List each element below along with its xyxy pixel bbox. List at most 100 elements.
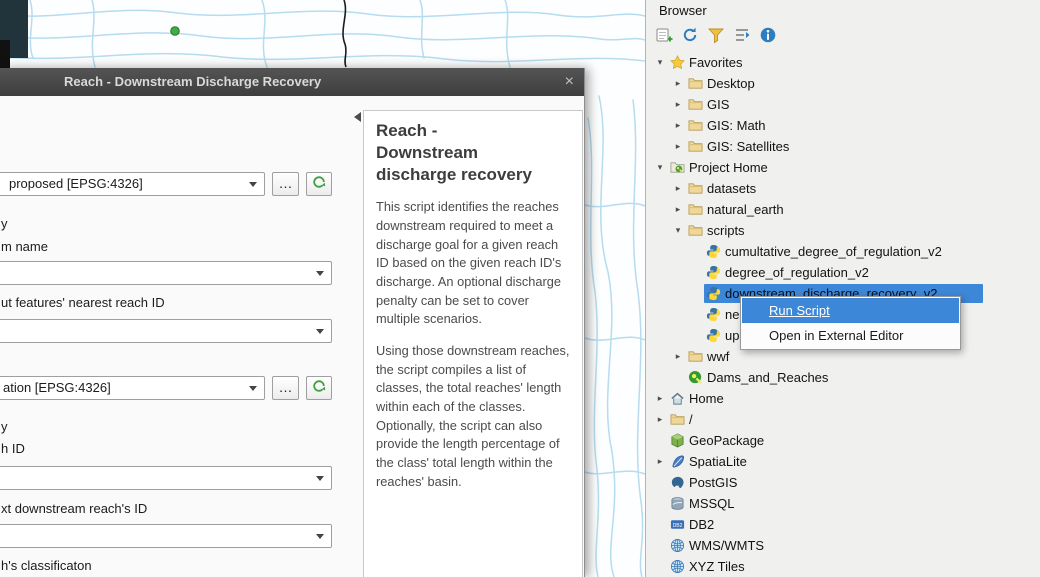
nearest-reach-combobox[interactable] bbox=[0, 319, 332, 343]
folder-icon bbox=[687, 76, 703, 92]
tree-item-geopackage[interactable]: GeoPackage bbox=[646, 430, 1040, 451]
python-icon bbox=[705, 265, 721, 281]
reach-layer-combobox[interactable]: proposed [EPSG:4326] bbox=[0, 172, 265, 196]
tree-item-degree-of-regulation-v2[interactable]: degree_of_regulation_v2 bbox=[646, 262, 1040, 283]
form-label-reach-id: h ID bbox=[1, 441, 25, 456]
expand-arrow-icon[interactable]: ▸ bbox=[670, 78, 686, 89]
python-icon bbox=[705, 307, 721, 323]
tree-item-favorites[interactable]: ▾ Favorites bbox=[646, 52, 1040, 73]
next-downstream-combobox[interactable] bbox=[0, 524, 332, 548]
help-panel: Reach -Downstream discharge recovery Thi… bbox=[363, 110, 583, 577]
tree-item-dams-and-reaches[interactable]: Dams_and_Reaches bbox=[646, 367, 1040, 388]
tree-item-postgis[interactable]: PostGIS bbox=[646, 472, 1040, 493]
tree-item-label: GeoPackage bbox=[689, 433, 768, 448]
expand-arrow-icon[interactable]: ▸ bbox=[652, 456, 668, 467]
tree-item-spatialite[interactable]: ▸SpatiaLite bbox=[646, 451, 1040, 472]
spatialite-icon bbox=[669, 454, 685, 470]
home-icon bbox=[669, 391, 685, 407]
folder-icon bbox=[687, 181, 703, 197]
tree-item-item[interactable]: ▸/ bbox=[646, 409, 1040, 430]
tree-item-wms-wmts[interactable]: WMS/WMTS bbox=[646, 535, 1040, 556]
tree-item-label: GIS bbox=[707, 97, 733, 112]
filter-icon[interactable] bbox=[706, 25, 725, 44]
tree-item-gis[interactable]: ▸ GIS bbox=[646, 94, 1040, 115]
dialog-titlebar[interactable]: Reach - Downstream Discharge Recovery × bbox=[0, 68, 584, 96]
dialog-title: Reach - Downstream Discharge Recovery bbox=[64, 68, 321, 96]
mssql-icon bbox=[669, 496, 685, 512]
refresh-icon[interactable] bbox=[680, 25, 699, 44]
tree-item-gis-satellites[interactable]: ▸GIS: Satellites bbox=[646, 136, 1040, 157]
expand-arrow-icon[interactable]: ▸ bbox=[670, 99, 686, 110]
geopackage-icon bbox=[669, 433, 685, 449]
context-menu-item-open-in-external-editor[interactable]: Open in External Editor bbox=[742, 323, 959, 348]
tree-item-xyz-tiles[interactable]: XYZ Tiles bbox=[646, 556, 1040, 577]
expand-arrow-icon[interactable]: ▸ bbox=[670, 141, 686, 152]
python-icon bbox=[705, 244, 721, 260]
close-icon[interactable]: × bbox=[565, 68, 574, 95]
properties-icon[interactable] bbox=[758, 25, 777, 44]
tree-item-db2[interactable]: DB2DB2 bbox=[646, 514, 1040, 535]
tree-item-mssql[interactable]: MSSQL bbox=[646, 493, 1040, 514]
tree-item-label: GIS: Math bbox=[707, 118, 770, 133]
python-icon bbox=[705, 328, 721, 344]
tree-item-label: Dams_and_Reaches bbox=[707, 370, 832, 385]
tree-item-label: / bbox=[689, 412, 697, 427]
form-label-nearest-reach: ut features' nearest reach ID bbox=[1, 295, 165, 310]
tree-item-label: natural_earth bbox=[707, 202, 788, 217]
iterate-icon bbox=[311, 174, 327, 195]
python-icon bbox=[705, 286, 721, 302]
iterate-button[interactable] bbox=[306, 376, 332, 400]
browser-panel-title: Browser bbox=[659, 3, 707, 18]
browse-button[interactable]: … bbox=[272, 172, 299, 196]
reach-id-combobox[interactable] bbox=[0, 466, 332, 490]
context-menu: Run ScriptOpen in External Editor bbox=[740, 296, 961, 350]
browser-panel: Browser ▾Favorites▸Desktop▸GIS▸GIS: Math… bbox=[645, 0, 1040, 577]
tree-item-label: cumultative_degree_of_regulation_v2 bbox=[725, 244, 946, 259]
tree-item-home[interactable]: ▸ Home bbox=[646, 388, 1040, 409]
tree-item-desktop[interactable]: ▸Desktop bbox=[646, 73, 1040, 94]
collapse-arrow-icon[interactable]: ▾ bbox=[670, 225, 686, 236]
param-name-combobox[interactable] bbox=[0, 261, 332, 285]
collapse-arrow-icon[interactable]: ▾ bbox=[652, 162, 668, 173]
tree-item-label: Home bbox=[689, 391, 728, 406]
chevron-down-icon bbox=[249, 182, 257, 191]
form-label-param-name: m name bbox=[1, 239, 48, 254]
wms-icon bbox=[669, 538, 685, 554]
collapse-arrow-icon[interactable]: ▾ bbox=[652, 57, 668, 68]
expand-arrow-icon[interactable]: ▸ bbox=[670, 120, 686, 131]
xyz-icon bbox=[669, 559, 685, 575]
tree-item-label: Project Home bbox=[689, 160, 772, 175]
iterate-icon bbox=[311, 378, 327, 399]
tree-item-datasets[interactable]: ▸datasets bbox=[646, 178, 1040, 199]
tree-item-project-home[interactable]: ▾ Project Home bbox=[646, 157, 1040, 178]
location-layer-combobox[interactable]: ation [EPSG:4326] bbox=[0, 376, 265, 400]
project-home-icon bbox=[669, 160, 685, 176]
collapse-all-icon[interactable] bbox=[732, 25, 751, 44]
browse-button[interactable]: … bbox=[272, 376, 299, 400]
tree-item-natural-earth[interactable]: ▸ natural_earth bbox=[646, 199, 1040, 220]
help-title: Reach -Downstream discharge recovery bbox=[376, 120, 570, 185]
form-label-partial: y bbox=[1, 419, 8, 434]
folder-icon bbox=[687, 139, 703, 155]
tree-item-label: Favorites bbox=[689, 55, 746, 70]
folder-icon bbox=[687, 349, 703, 365]
tree-item-label: DB2 bbox=[689, 517, 718, 532]
chevron-down-icon bbox=[316, 271, 324, 280]
tree-item-label: MSSQL bbox=[689, 496, 739, 511]
postgis-icon bbox=[669, 475, 685, 491]
add-layer-icon[interactable] bbox=[654, 25, 673, 44]
tree-item-gis-math[interactable]: ▸ GIS: Math bbox=[646, 115, 1040, 136]
expand-arrow-icon[interactable]: ▸ bbox=[670, 204, 686, 215]
help-panel-collapse-arrow-icon[interactable] bbox=[349, 112, 361, 122]
qgis-window: Reach - Downstream Discharge Recovery × … bbox=[0, 0, 1040, 577]
expand-arrow-icon[interactable]: ▸ bbox=[670, 351, 686, 362]
iterate-button[interactable] bbox=[306, 172, 332, 196]
expand-arrow-icon[interactable]: ▸ bbox=[652, 393, 668, 404]
expand-arrow-icon[interactable]: ▸ bbox=[670, 183, 686, 194]
tree-item-cumultative-degree-of-regulation-v2[interactable]: cumultative_degree_of_regulation_v2 bbox=[646, 241, 1040, 262]
expand-arrow-icon[interactable]: ▸ bbox=[652, 414, 668, 425]
tree-item-scripts[interactable]: ▾scripts bbox=[646, 220, 1040, 241]
context-menu-item-run-script[interactable]: Run Script bbox=[742, 298, 959, 323]
star-icon bbox=[669, 55, 685, 71]
browser-toolbar bbox=[654, 25, 777, 44]
